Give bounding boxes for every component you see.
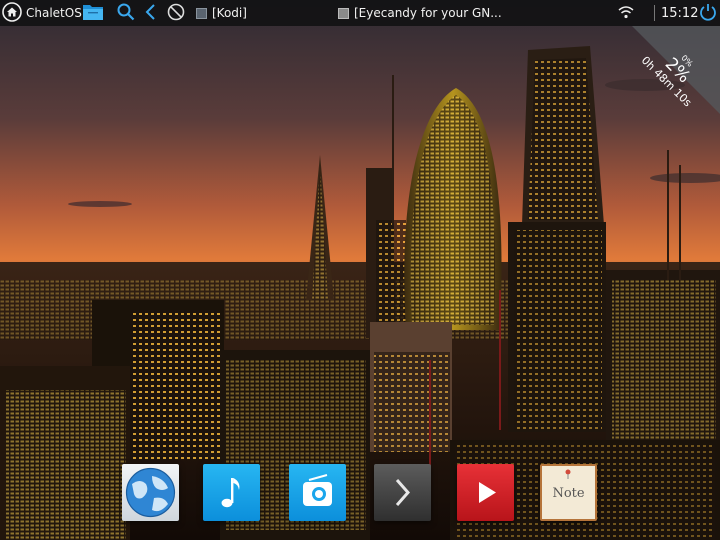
taskbar-item-label: [Kodi] (212, 6, 247, 20)
music-note-icon (203, 478, 260, 521)
dock-browser-launcher[interactable] (122, 464, 179, 521)
dock-notes-launcher[interactable]: Note (540, 464, 597, 521)
dock-music-launcher[interactable] (203, 464, 260, 521)
desktop-wallpaper (0, 0, 720, 540)
power-button[interactable] (698, 0, 718, 26)
dock-video-launcher[interactable] (457, 464, 514, 521)
search-launcher[interactable] (116, 0, 136, 26)
dock-radio-launcher[interactable] (289, 464, 346, 521)
radio-icon (289, 474, 346, 521)
taskbar-item-kodi[interactable]: [Kodi] (196, 0, 247, 26)
top-panel: ChaletOS [Kodi] [Eyecandy for your GN...… (0, 0, 720, 26)
kodi-window-icon (196, 7, 207, 19)
home-icon (2, 1, 22, 25)
note-label: Note (552, 486, 585, 501)
power-icon (698, 2, 718, 25)
start-menu-button[interactable]: ChaletOS (2, 0, 82, 26)
dock-terminal-launcher[interactable] (374, 464, 431, 521)
folder-icon (82, 2, 104, 25)
block-launcher[interactable] (166, 0, 186, 26)
globe-icon (122, 467, 179, 521)
taskbar-item-browser[interactable]: [Eyecandy for your GN... (338, 0, 502, 26)
window-icon (338, 7, 349, 19)
chevron-left-icon (144, 2, 158, 25)
file-manager-launcher[interactable] (82, 0, 104, 26)
taskbar-item-label: [Eyecandy for your GN... (354, 6, 502, 20)
clock[interactable]: 15:12 (661, 0, 698, 26)
chevron-right-icon (374, 479, 431, 521)
back-launcher[interactable] (144, 0, 158, 26)
blocked-icon (166, 2, 186, 25)
panel-separator (654, 5, 655, 21)
network-indicator[interactable] (618, 0, 634, 26)
play-icon (457, 482, 514, 521)
search-icon (116, 2, 136, 25)
menu-label: ChaletOS (26, 6, 82, 20)
wifi-icon (618, 5, 634, 22)
